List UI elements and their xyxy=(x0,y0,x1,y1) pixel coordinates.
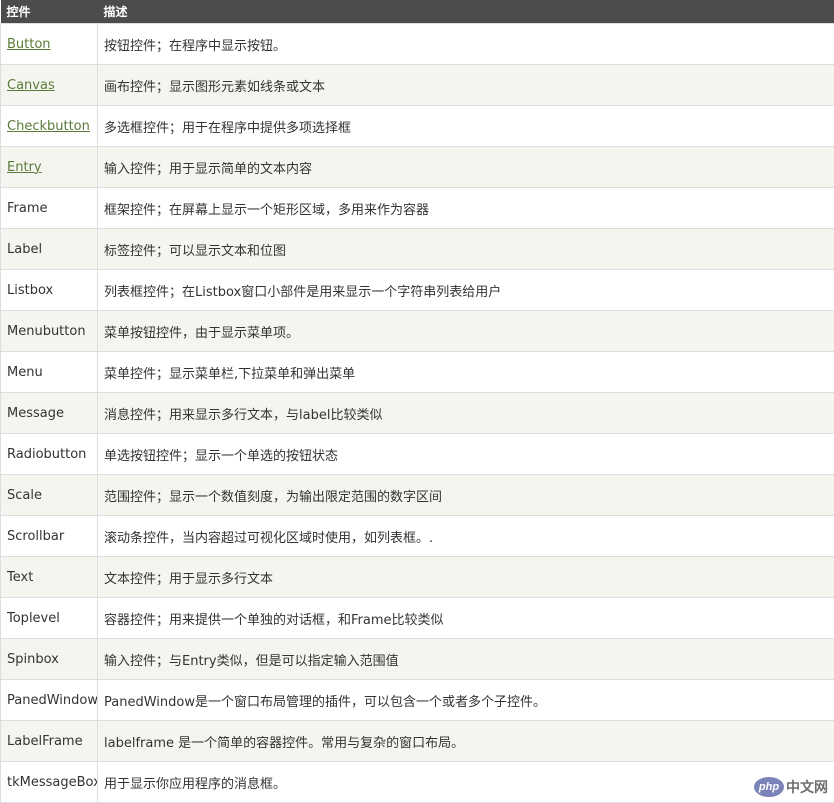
table-row: Scale 范围控件；显示一个数值刻度，为输出限定范围的数字区间 xyxy=(0,474,834,516)
table-row: Radiobutton 单选按钮控件；显示一个单选的按钮状态 xyxy=(0,433,834,475)
widget-description-cell: 多选框控件；用于在程序中提供多项选择框 xyxy=(97,105,834,147)
widget-description-cell: 框架控件；在屏幕上显示一个矩形区域，多用来作为容器 xyxy=(97,187,834,229)
widget-description-cell: 容器控件；用来提供一个单独的对话框，和Frame比较类似 xyxy=(97,597,834,639)
widget-name-cell: Canvas xyxy=(0,64,98,106)
widget-description-cell: 按钮控件；在程序中显示按钮。 xyxy=(97,23,834,65)
widget-description-cell: 菜单控件；显示菜单栏,下拉菜单和弹出菜单 xyxy=(97,351,834,393)
table-row: Menubutton 菜单按钮控件，由于显示菜单项。 xyxy=(0,310,834,352)
widget-description-cell: 文本控件；用于显示多行文本 xyxy=(97,556,834,598)
widget-description-cell: PanedWindow是一个窗口布局管理的插件，可以包含一个或者多个子控件。 xyxy=(97,679,834,721)
widget-name-cell: Frame xyxy=(0,187,98,229)
widget-name-cell: Checkbutton xyxy=(0,105,98,147)
table-header: 控件 描述 xyxy=(0,0,834,24)
table-row: Spinbox 输入控件；与Entry类似，但是可以指定输入范围值 xyxy=(0,638,834,680)
widget-description-cell: 消息控件；用来显示多行文本，与label比较类似 xyxy=(97,392,834,434)
widget-name-cell: Toplevel xyxy=(0,597,98,639)
widget-description-cell: 画布控件；显示图形元素如线条或文本 xyxy=(97,64,834,106)
widget-name-cell: Message xyxy=(0,392,98,434)
table-row: Menu 菜单控件；显示菜单栏,下拉菜单和弹出菜单 xyxy=(0,351,834,393)
widget-description-cell: 输入控件；与Entry类似，但是可以指定输入范围值 xyxy=(97,638,834,680)
widget-name-cell: Menubutton xyxy=(0,310,98,352)
widget-name-cell: Spinbox xyxy=(0,638,98,680)
widget-name-cell: Radiobutton xyxy=(0,433,98,475)
table-row: Scrollbar 滚动条控件，当内容超过可视化区域时使用，如列表框。. xyxy=(0,515,834,557)
widget-name-cell: PanedWindow xyxy=(0,679,98,721)
widget-description-cell: 单选按钮控件；显示一个单选的按钮状态 xyxy=(97,433,834,475)
widget-name-cell: Scrollbar xyxy=(0,515,98,557)
widget-name-cell: Text xyxy=(0,556,98,598)
header-row: 控件 描述 xyxy=(0,0,834,24)
widget-name-cell: Menu xyxy=(0,351,98,393)
widget-description-cell: 滚动条控件，当内容超过可视化区域时使用，如列表框。. xyxy=(97,515,834,557)
widget-description-cell: 菜单按钮控件，由于显示菜单项。 xyxy=(97,310,834,352)
table-row: Canvas 画布控件；显示图形元素如线条或文本 xyxy=(0,64,834,106)
watermark-text: 中文网 xyxy=(786,779,828,795)
watermark: php 中文网 xyxy=(754,777,828,797)
widget-name-cell: Label xyxy=(0,228,98,270)
table-row: Listbox 列表框控件；在Listbox窗口小部件是用来显示一个字符串列表给用… xyxy=(0,269,834,311)
table-row: Button 按钮控件；在程序中显示按钮。 xyxy=(0,23,834,65)
widget-name-link[interactable]: Entry xyxy=(7,160,42,175)
widget-description-cell: 标签控件；可以显示文本和位图 xyxy=(97,228,834,270)
widget-name-link[interactable]: Checkbutton xyxy=(7,119,90,134)
table-row: Text 文本控件；用于显示多行文本 xyxy=(0,556,834,598)
widget-description-cell: 用于显示你应用程序的消息框。 xyxy=(97,761,834,803)
widget-description-cell: labelframe 是一个简单的容器控件。常用与复杂的窗口布局。 xyxy=(97,720,834,762)
header-widget: 控件 xyxy=(6,5,31,19)
table-row: LabelFrame labelframe 是一个简单的容器控件。常用与复杂的窗口… xyxy=(0,720,834,762)
table-row: Checkbutton 多选框控件；用于在程序中提供多项选择框 xyxy=(0,105,834,147)
table-body: Button 按钮控件；在程序中显示按钮。 Canvas 画布控件；显示图形元素如线条… xyxy=(0,23,834,803)
widget-description-cell: 列表框控件；在Listbox窗口小部件是用来显示一个字符串列表给用户 xyxy=(97,269,834,311)
widget-description-cell: 输入控件；用于显示简单的文本内容 xyxy=(97,146,834,188)
table-row: Label 标签控件；可以显示文本和位图 xyxy=(0,228,834,270)
widget-name-cell: Listbox xyxy=(0,269,98,311)
table-row: Message 消息控件；用来显示多行文本，与label比较类似 xyxy=(0,392,834,434)
widget-name-cell: tkMessageBox xyxy=(0,761,98,803)
table-row: tkMessageBox 用于显示你应用程序的消息框。 xyxy=(0,761,834,803)
table-row: Entry 输入控件；用于显示简单的文本内容 xyxy=(0,146,834,188)
widget-name-link[interactable]: Canvas xyxy=(7,78,55,93)
table-row: PanedWindow PanedWindow是一个窗口布局管理的插件，可以包含一… xyxy=(0,679,834,721)
widget-name-cell: Scale xyxy=(0,474,98,516)
widget-name-cell: Entry xyxy=(0,146,98,188)
widget-name-link[interactable]: Button xyxy=(7,37,51,52)
php-logo-icon: php xyxy=(754,777,784,797)
widget-name-cell: Button xyxy=(0,23,98,65)
table-row: Frame 框架控件；在屏幕上显示一个矩形区域，多用来作为容器 xyxy=(0,187,834,229)
widget-description-cell: 范围控件；显示一个数值刻度，为输出限定范围的数字区间 xyxy=(97,474,834,516)
table-row: Toplevel 容器控件；用来提供一个单独的对话框，和Frame比较类似 xyxy=(0,597,834,639)
widget-table: 控件 描述 Button 按钮控件；在程序中显示按钮。 Canvas 画布控件；显示图… xyxy=(0,0,834,803)
widget-name-cell: LabelFrame xyxy=(0,720,98,762)
header-description: 描述 xyxy=(103,5,128,19)
